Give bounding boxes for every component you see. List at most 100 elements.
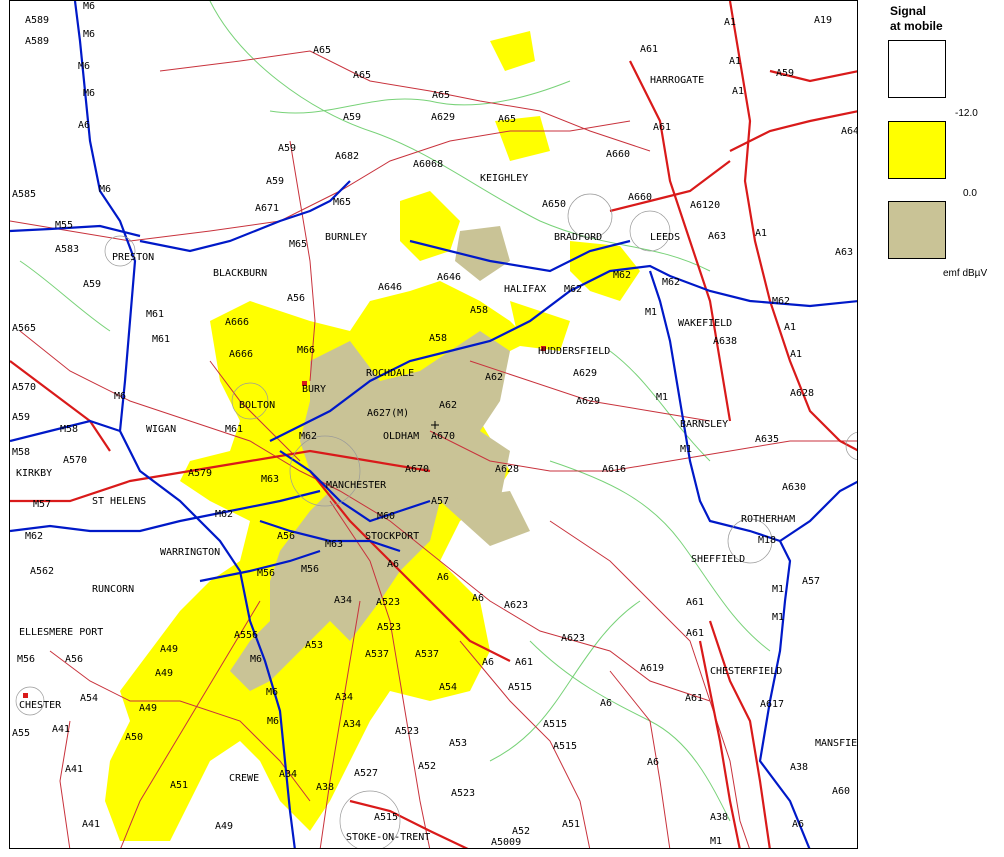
place-label: ROTHERHAM: [741, 514, 796, 525]
place-label: ST HELENS: [92, 496, 147, 507]
legend-panel: Signal at mobile -12.0 0.0 emf dBµV: [858, 0, 1004, 857]
road-label: A59: [343, 112, 362, 123]
road-label: A19: [814, 15, 833, 26]
road-label: M63: [261, 474, 280, 485]
road-label: A1: [790, 349, 803, 360]
place-label: SHEFFIELD: [691, 554, 746, 565]
road-label: A49: [139, 703, 158, 714]
place-label: BLACKBURN: [213, 268, 268, 279]
road-label: A617: [760, 699, 785, 710]
road-label: M6: [83, 88, 96, 99]
road-label: A570: [12, 382, 37, 393]
road-label: A58: [470, 305, 489, 316]
road-label: A1: [724, 17, 737, 28]
road-label: M62: [613, 270, 632, 281]
place-label: KIRKBY: [16, 468, 53, 479]
place-label: ELLESMERE PORT: [19, 627, 104, 638]
road-label: A666: [225, 317, 250, 328]
road-label: A56: [287, 293, 306, 304]
road-label: A623: [504, 600, 529, 611]
legend-unit: emf dBµV: [943, 268, 988, 279]
road-label: A50: [125, 732, 144, 743]
road-label: A527: [354, 768, 379, 779]
road-label: A61: [640, 44, 659, 55]
road-label: A6: [78, 120, 91, 131]
legend-title: Signal at mobile: [890, 4, 943, 34]
road-label: M56: [301, 564, 320, 575]
legend-swatch-none: [888, 40, 946, 98]
place-label: CREWE: [229, 773, 260, 784]
road-label: A616: [602, 464, 627, 475]
place-label: HARROGATE: [650, 75, 705, 86]
road-label: A60: [832, 786, 851, 797]
place-label: PRESTON: [112, 252, 155, 263]
road-label: M62: [662, 277, 681, 288]
road-label: A65: [432, 90, 451, 101]
road-label: A65: [313, 45, 332, 56]
road-label: A54: [80, 693, 99, 704]
road-label: M65: [289, 239, 308, 250]
road-label: A62: [439, 400, 458, 411]
road-label: A630: [782, 482, 807, 493]
legend-title-line1: Signal: [890, 4, 927, 18]
road-label: M57: [33, 499, 52, 510]
road-label: A623: [561, 633, 586, 644]
road-label: A49: [160, 644, 179, 655]
road-label: M66: [297, 345, 316, 356]
road-label: A6120: [690, 200, 721, 211]
road-label: A6: [647, 757, 660, 768]
road-label: A629: [576, 396, 601, 407]
road-label: A1: [755, 228, 768, 239]
road-label: A64: [841, 126, 858, 137]
road-label: M6: [267, 716, 280, 727]
road-label: A523: [376, 597, 401, 608]
road-label: A638: [713, 336, 738, 347]
road-label: A63: [835, 247, 854, 258]
map-graphics: [10, 1, 857, 848]
road-label: A627(M): [367, 408, 410, 419]
road-label: A629: [573, 368, 598, 379]
road-label: M62: [25, 531, 44, 542]
road-label: A537: [415, 649, 440, 660]
place-label: BRADFORD: [554, 232, 603, 243]
place-label: OLDHAM: [383, 431, 420, 442]
road-label: A61: [685, 693, 704, 704]
road-label: A53: [449, 738, 468, 749]
place-label: HUDDERSFIELD: [538, 346, 611, 357]
bottom-strip: [0, 849, 1004, 857]
road-label: A515: [553, 741, 578, 752]
road-label: A1: [784, 322, 797, 333]
road-label: A52: [418, 761, 437, 772]
road-label: A1: [729, 56, 742, 67]
road-label: A61: [515, 657, 534, 668]
place-label: KEIGHLEY: [480, 173, 529, 184]
road-label: A635: [755, 434, 780, 445]
place-label: BOLTON: [239, 400, 276, 411]
road-label: M58: [60, 424, 79, 435]
road-label: A41: [52, 724, 71, 735]
road-label: A6: [472, 593, 485, 604]
road-label: A41: [82, 819, 101, 830]
road-label: A6068: [413, 159, 444, 170]
road-label: A6: [437, 572, 450, 583]
road-label: A570: [63, 455, 88, 466]
road-label: M60: [377, 511, 396, 522]
road-label: A63: [708, 231, 727, 242]
road-label: A660: [628, 192, 653, 203]
road-label: A57: [431, 496, 450, 507]
place-label: STOCKPORT: [365, 531, 420, 542]
road-label: M61: [225, 424, 244, 435]
legend-value-low: 0.0: [963, 188, 977, 199]
road-label: A56: [277, 531, 296, 542]
road-label: M63: [325, 539, 344, 550]
place-label: HALIFAX: [504, 284, 547, 295]
place-label: ROCHDALE: [366, 368, 415, 379]
road-label: A49: [215, 821, 234, 832]
place-label: BURNLEY: [325, 232, 368, 243]
place-label: WIGAN: [146, 424, 177, 435]
road-label: A61: [653, 122, 672, 133]
road-label: A61: [686, 597, 705, 608]
road-label: M1: [772, 584, 785, 595]
road-label: A51: [562, 819, 581, 830]
coverage-map[interactable]: PRESTON BLACKBURN BURNLEY HARROGATE KEIG…: [9, 0, 858, 849]
